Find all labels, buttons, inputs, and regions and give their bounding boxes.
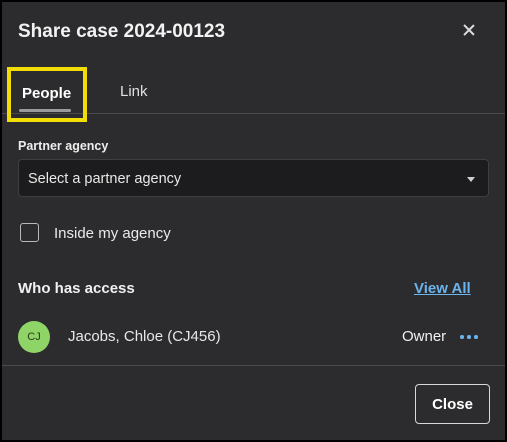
- person-role: Owner: [402, 328, 447, 345]
- more-options-icon[interactable]: [458, 326, 480, 346]
- avatar: CJ: [18, 321, 50, 353]
- tab-people-label: People: [22, 85, 72, 102]
- tab-people[interactable]: People: [7, 67, 87, 122]
- footer-divider: [2, 365, 505, 366]
- inside-agency-checkbox[interactable]: [20, 223, 39, 242]
- dialog-title: Share case 2024-00123: [18, 21, 226, 42]
- share-dialog: Share case 2024-00123 People Link Partne…: [2, 2, 505, 440]
- view-all-link[interactable]: View All: [414, 280, 471, 297]
- partner-agency-select[interactable]: Select a partner agency: [18, 159, 489, 197]
- tab-active-indicator: [19, 109, 71, 112]
- partner-agency-label: Partner agency: [18, 139, 109, 153]
- partner-agency-placeholder: Select a partner agency: [28, 171, 182, 187]
- tab-link[interactable]: Link: [120, 83, 148, 100]
- who-has-access-heading: Who has access: [18, 280, 135, 297]
- tab-bar: People Link: [2, 62, 505, 122]
- chevron-down-icon: [467, 177, 475, 182]
- close-icon[interactable]: [458, 19, 480, 41]
- dialog-header: Share case 2024-00123: [2, 2, 505, 60]
- inside-agency-label[interactable]: Inside my agency: [54, 225, 171, 242]
- person-name: Jacobs, Chloe (CJ456): [68, 328, 221, 345]
- close-button[interactable]: Close: [415, 384, 490, 424]
